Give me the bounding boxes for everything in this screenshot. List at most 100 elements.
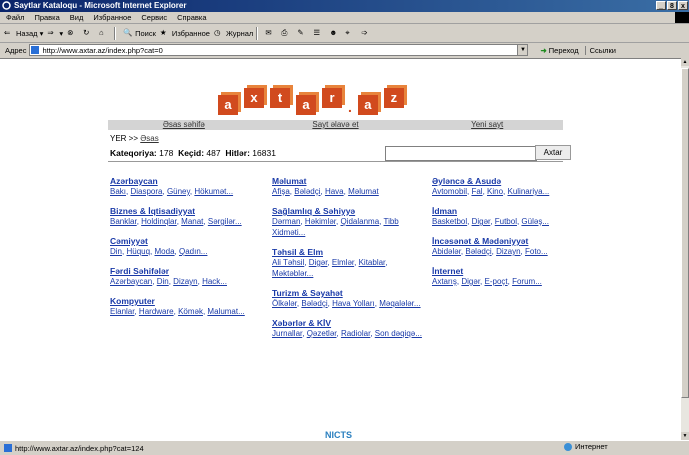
subcategory-link[interactable]: Digər [309, 258, 328, 267]
subcategory-link[interactable]: Güləş... [521, 217, 549, 226]
subcategory-link[interactable]: Hava Yolları [332, 299, 375, 308]
subcategory-link[interactable]: Hökumət... [194, 187, 233, 196]
subcategory-link[interactable]: Avtomobil [432, 187, 467, 196]
subcategory-link[interactable]: Kino [487, 187, 503, 196]
menu-edit[interactable]: Правка [34, 13, 59, 22]
address-input[interactable]: http://www.axtar.az/index.php?cat=0 [29, 44, 528, 56]
site-search-button[interactable]: Axtar [535, 145, 571, 160]
stop-button[interactable]: ⊗ [67, 28, 79, 38]
subcategory-link[interactable]: Futbol [495, 217, 517, 226]
favorites-button[interactable]: ★ Избранное [160, 28, 210, 38]
nav-add-site-link[interactable]: Sayt əlavə et [260, 120, 412, 130]
subcategory-link[interactable]: Hüquq [126, 247, 150, 256]
links-button[interactable]: Ссылки [584, 45, 616, 55]
category-link[interactable]: Məlumat [272, 176, 422, 186]
subcategory-link[interactable]: Elanlar [110, 307, 134, 316]
subcategory-link[interactable]: Məlumat [348, 187, 379, 196]
subcategory-link[interactable]: Bələdçi [301, 299, 327, 308]
back-button[interactable]: ⇐ Назад ▾ [4, 28, 43, 38]
category-link[interactable]: Fərdi Səhifələr [110, 266, 260, 276]
subcategory-link[interactable]: Qadın... [179, 247, 207, 256]
menu-favorites[interactable]: Избранное [93, 13, 131, 22]
menu-file[interactable]: Файл [6, 13, 24, 22]
menu-help[interactable]: Справка [177, 13, 206, 22]
subcategory-link[interactable]: Güney [167, 187, 190, 196]
subcategory-link[interactable]: Hava [325, 187, 344, 196]
subcategory-link[interactable]: Fal [471, 187, 482, 196]
subcategory-link[interactable]: Radiolar [341, 329, 370, 338]
category-link[interactable]: Əyləncə & Asudə [432, 176, 582, 186]
scroll-thumb[interactable] [681, 68, 689, 398]
category-link[interactable]: Cəmiyyət [110, 236, 260, 246]
category-link[interactable]: Xəbərlər & KİV [272, 318, 422, 328]
subcategory-link[interactable]: Basketbol [432, 217, 467, 226]
site-search-input[interactable] [385, 146, 537, 161]
subcategory-link[interactable]: Axtarış [432, 277, 457, 286]
nav-home-link[interactable]: Əsas səhifə [108, 120, 260, 130]
subcategory-link[interactable]: Son dəqiqə... [375, 329, 422, 338]
subcategory-link[interactable]: Afişa [272, 187, 290, 196]
print-button[interactable]: ⎙ [281, 28, 293, 38]
subcategory-link[interactable]: Forum... [512, 277, 542, 286]
home-button[interactable]: ⌂ [99, 28, 111, 38]
scroll-down-icon[interactable]: ▼ [681, 432, 689, 440]
subcategory-link[interactable]: Qəzetlər [307, 329, 337, 338]
address-dropdown-icon[interactable]: ▼ [517, 44, 529, 56]
category-link[interactable]: Azərbaycan [110, 176, 260, 186]
category-link[interactable]: İdman [432, 206, 582, 216]
footer-logo[interactable]: NICTS [325, 430, 352, 440]
category-link[interactable]: Biznes & İqtisadiyyat [110, 206, 260, 216]
subcategory-link[interactable]: Sərgilər... [208, 217, 242, 226]
nav-new-site-link[interactable]: Yeni sayt [411, 120, 563, 130]
subcategory-link[interactable]: E-poçt [485, 277, 508, 286]
subcategory-link[interactable]: Digər [461, 277, 480, 286]
subcategory-link[interactable]: Hardware [139, 307, 174, 316]
forward-button[interactable]: ⇒ ▾ [47, 28, 63, 38]
subcategory-link[interactable]: Kulinariya... [507, 187, 549, 196]
subcategory-link[interactable]: Banklar [110, 217, 137, 226]
subcategory-link[interactable]: Dizayn [173, 277, 197, 286]
subcategory-link[interactable]: Digər [472, 217, 491, 226]
scroll-up-icon[interactable]: ▲ [681, 58, 689, 66]
messenger-button[interactable]: ☻ [329, 28, 341, 38]
subcategory-link[interactable]: Məqalələr... [379, 299, 420, 308]
subcategory-link[interactable]: Kitablar [359, 258, 386, 267]
subcategory-link[interactable]: Manat [181, 217, 203, 226]
subcategory-link[interactable]: Dərman [272, 217, 300, 226]
subcategory-link[interactable]: Ölkələr [272, 299, 297, 308]
breadcrumb-home-link[interactable]: Əsas [140, 134, 158, 143]
subcategory-link[interactable]: Hack... [202, 277, 227, 286]
subcategory-link[interactable]: Holdinqlar [141, 217, 177, 226]
subcategory-link[interactable]: Diaspora [130, 187, 162, 196]
subcategory-link[interactable]: Abidələr [432, 247, 461, 256]
category-link[interactable]: Turizm & Səyahət [272, 288, 422, 298]
subcategory-link[interactable]: Din [110, 247, 122, 256]
category-link[interactable]: Təhsil & Elm [272, 247, 422, 257]
edit-button[interactable]: ✎ [297, 28, 309, 38]
category-link[interactable]: İnternet [432, 266, 582, 276]
subcategory-link[interactable]: Bakı [110, 187, 126, 196]
related-button[interactable]: ⌖ [345, 28, 357, 38]
arrow-button[interactable]: ➩ [361, 28, 373, 38]
category-link[interactable]: Kompyuter [110, 296, 260, 306]
subcategory-link[interactable]: Kömək [178, 307, 203, 316]
category-link[interactable]: Sağlamlıq & Səhiyyə [272, 206, 422, 216]
subcategory-link[interactable]: Bələdçi [465, 247, 491, 256]
search-button[interactable]: 🔍 Поиск [123, 28, 156, 38]
subcategory-link[interactable]: Malumat... [207, 307, 244, 316]
subcategory-link[interactable]: Məktəblər... [272, 269, 313, 278]
menu-tools[interactable]: Сервис [141, 13, 167, 22]
mail-button[interactable]: ✉ [265, 28, 277, 38]
subcategory-link[interactable]: Dizayn [496, 247, 520, 256]
site-logo[interactable]: a x t a r . a z [218, 81, 410, 115]
minimize-button[interactable]: _ [656, 1, 666, 10]
discuss-button[interactable]: ☰ [313, 28, 325, 38]
subcategory-link[interactable]: Foto... [525, 247, 548, 256]
subcategory-link[interactable]: Həkimlər [305, 217, 336, 226]
history-button[interactable]: ◷ Журнал [214, 28, 253, 38]
refresh-button[interactable]: ↻ [83, 28, 95, 38]
subcategory-link[interactable]: Ali Təhsil [272, 258, 304, 267]
subcategory-link[interactable]: Din [157, 277, 169, 286]
subcategory-link[interactable]: Elmlər [332, 258, 354, 267]
subcategory-link[interactable]: Moda [155, 247, 175, 256]
